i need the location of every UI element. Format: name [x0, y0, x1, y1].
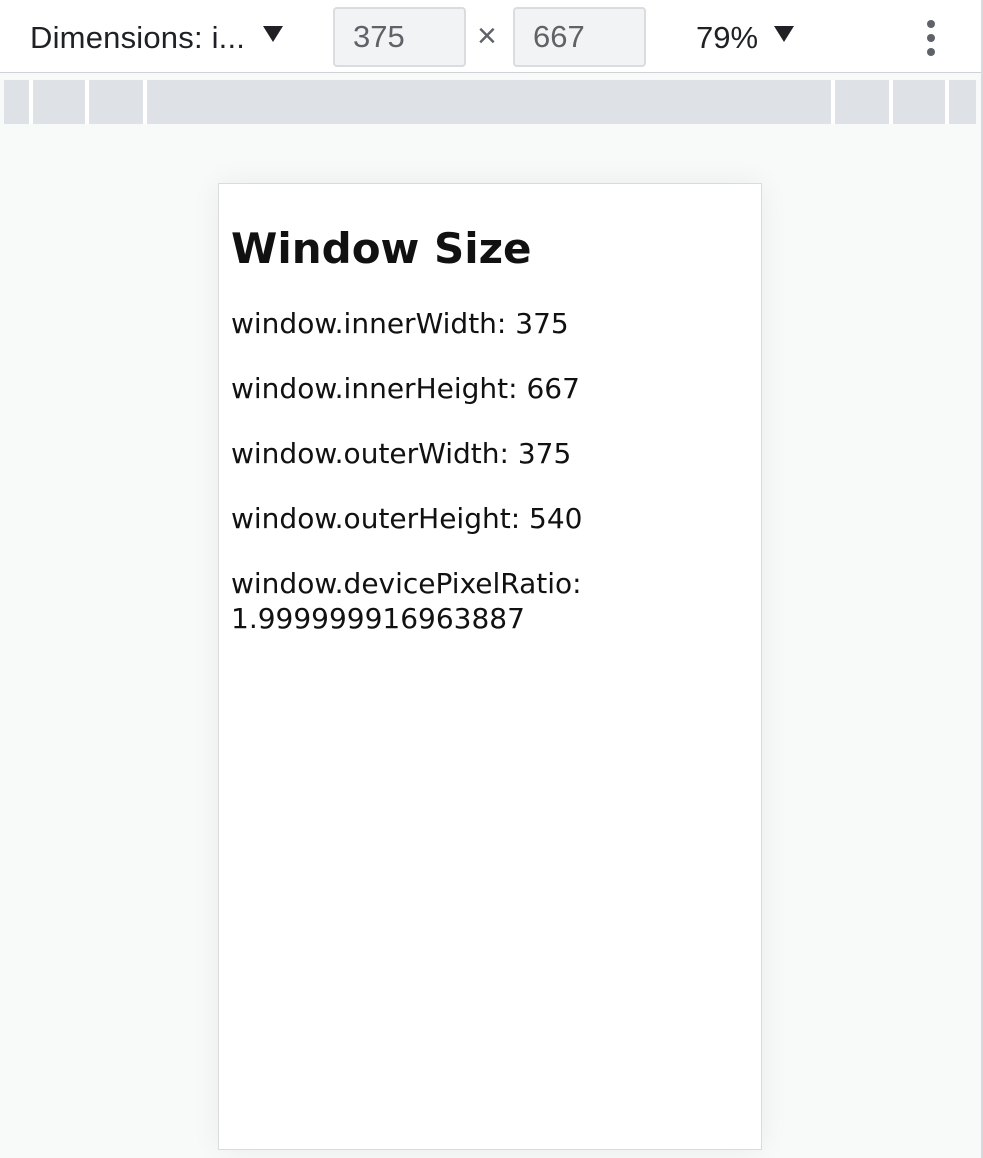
vertical-ellipsis-icon-dot: [927, 48, 935, 56]
media-query-divider[interactable]: [143, 80, 147, 124]
media-query-divider[interactable]: [85, 80, 89, 124]
outer-height-line: window.outerHeight: 540: [231, 502, 583, 536]
page-title: Window Size: [231, 224, 532, 273]
device-toolbar: Dimensions: i... × 79%: [0, 0, 981, 73]
zoom-dropdown[interactable]: 79%: [684, 12, 806, 64]
device-dimensions-dropdown[interactable]: Dimensions: i...: [18, 12, 295, 64]
vertical-ellipsis-icon: [927, 20, 935, 28]
device-pixel-ratio-line: window.devicePixelRatio: 1.9999999169638…: [231, 567, 582, 636]
outer-width-line: window.outerWidth: 375: [231, 437, 572, 471]
times-symbol: ×: [477, 17, 497, 55]
media-query-bar[interactable]: [4, 80, 976, 124]
device-viewport: Window Size window.innerWidth: 375 windo…: [218, 183, 762, 1150]
vertical-ellipsis-icon-dot: [927, 34, 935, 42]
media-query-divider[interactable]: [29, 80, 33, 124]
triangle-down-icon: [774, 26, 795, 42]
inner-width-line: window.innerWidth: 375: [231, 307, 569, 341]
device-toolbar-panel: Dimensions: i... × 79% Window Size windo…: [0, 0, 983, 1158]
triangle-down-icon: [263, 26, 284, 42]
height-input[interactable]: [513, 7, 646, 67]
media-query-divider[interactable]: [945, 80, 949, 124]
zoom-label: 79%: [696, 20, 759, 55]
media-query-divider[interactable]: [889, 80, 893, 124]
more-options-button[interactable]: [912, 16, 950, 60]
media-query-divider[interactable]: [831, 80, 835, 124]
device-dimensions-label: Dimensions: i...: [30, 20, 246, 55]
width-input[interactable]: [333, 7, 466, 67]
inner-height-line: window.innerHeight: 667: [231, 372, 580, 406]
